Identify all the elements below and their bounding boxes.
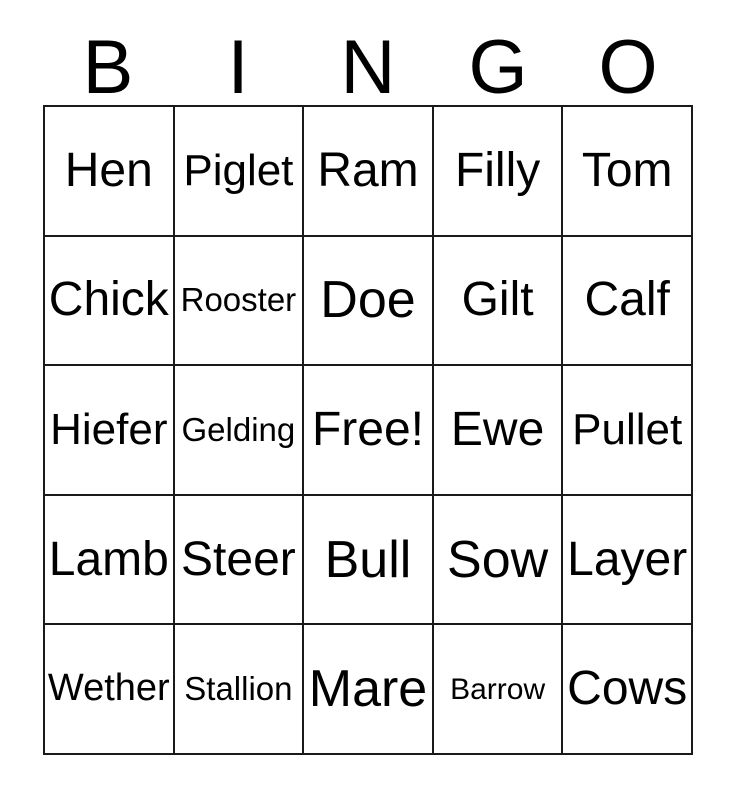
bingo-cell-label: Hiefer (50, 405, 168, 455)
bingo-cell-label: Wether (47, 667, 170, 710)
header-column-b: B (43, 0, 173, 111)
bingo-cell[interactable]: Pullet (563, 366, 693, 496)
header-letter: B (82, 25, 134, 111)
header-column-n: N (303, 0, 433, 111)
bingo-cell-label: Doe (320, 271, 416, 330)
bingo-cell-label: Rooster (180, 281, 297, 319)
bingo-cell-label: Calf (584, 273, 670, 327)
header-letter: G (468, 25, 528, 111)
bingo-cell-free[interactable]: Free! (304, 366, 434, 496)
header-letter: N (340, 25, 396, 111)
header-letter: I (227, 25, 249, 111)
bingo-cell[interactable]: Filly (433, 107, 564, 237)
bingo-cell-label: Gelding (181, 410, 296, 448)
bingo-cell[interactable]: Barrow (433, 625, 564, 755)
bingo-cell-label: Tom (581, 143, 673, 197)
bingo-cell-label: Free! (311, 403, 424, 457)
bingo-cell-label: Piglet (183, 145, 294, 195)
bingo-cell-label: Pullet (572, 405, 683, 455)
bingo-cell-label: Cows (567, 662, 688, 716)
header-column-o: O (563, 0, 693, 111)
bingo-cell[interactable]: Hiefer (45, 366, 175, 496)
bingo-cell[interactable]: Tom (563, 107, 693, 237)
bingo-cell-label: Gilt (461, 273, 534, 327)
bingo-cell-label: Filly (454, 143, 541, 197)
bingo-cell[interactable]: Bull (304, 495, 434, 626)
bingo-cell[interactable]: Chick (45, 236, 175, 367)
bingo-cell-label: Chick (48, 273, 169, 327)
bingo-cell[interactable]: Lamb (45, 495, 175, 626)
bingo-grid: Hen Piglet Ram Filly Tom Chick Rooster D… (43, 105, 693, 755)
bingo-cell[interactable]: Wether (45, 625, 175, 755)
bingo-cell[interactable]: Mare (304, 625, 434, 755)
bingo-cell[interactable]: Steer (174, 495, 305, 626)
bingo-cell[interactable]: Ewe (433, 366, 564, 496)
bingo-cell-label: Ram (317, 143, 419, 197)
bingo-header: B I N G O (43, 0, 693, 111)
bingo-cell[interactable]: Hen (45, 107, 175, 237)
bingo-cell[interactable]: Ram (304, 107, 434, 237)
bingo-cell[interactable]: Gilt (433, 236, 564, 367)
bingo-cell-label: Barrow (450, 672, 546, 706)
bingo-cell-label: Mare (308, 660, 428, 719)
bingo-cell-label: Lamb (48, 532, 169, 586)
bingo-cell-label: Layer (567, 532, 688, 586)
bingo-cell-label: Steer (181, 532, 296, 586)
header-column-g: G (433, 0, 563, 111)
bingo-cell-label: Bull (324, 530, 412, 589)
bingo-cell[interactable]: Layer (563, 495, 693, 626)
bingo-cell[interactable]: Piglet (174, 107, 305, 237)
bingo-cell-label: Sow (447, 530, 549, 589)
bingo-card: B I N G O Hen Piglet Ram Filly Tom Chick… (43, 0, 693, 755)
bingo-cell-label: Hen (64, 143, 153, 197)
header-column-i: I (173, 0, 303, 111)
bingo-cell[interactable]: Cows (563, 625, 693, 755)
bingo-cell[interactable]: Sow (433, 495, 564, 626)
bingo-cell[interactable]: Gelding (174, 366, 305, 496)
header-letter: O (598, 25, 658, 111)
bingo-cell-label: Stallion (184, 670, 293, 708)
bingo-cell[interactable]: Calf (563, 236, 693, 367)
bingo-cell-label: Ewe (450, 403, 545, 457)
bingo-cell[interactable]: Doe (304, 236, 434, 367)
bingo-cell[interactable]: Stallion (174, 625, 305, 755)
bingo-cell[interactable]: Rooster (174, 236, 305, 367)
